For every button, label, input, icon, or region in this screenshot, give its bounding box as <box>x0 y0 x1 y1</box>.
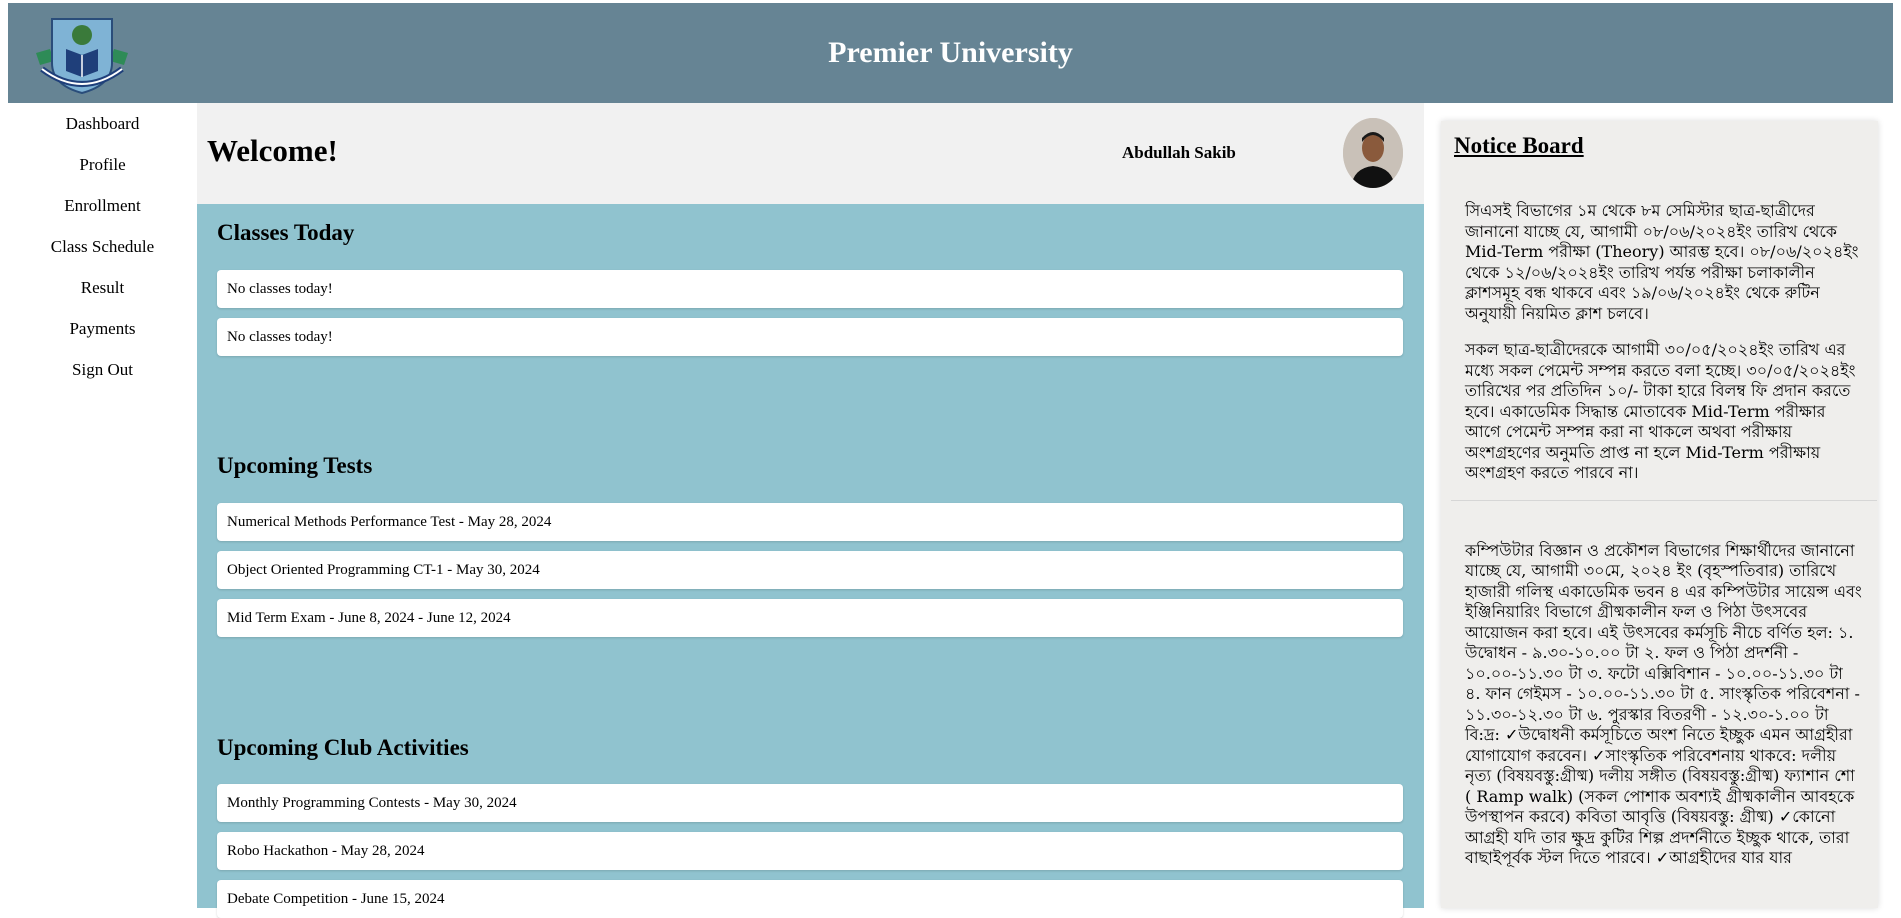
notice-item: সিএসই বিভাগের ১ম থেকে ৮ম সেমিস্টার ছাত্র… <box>1465 201 1859 323</box>
notice-item: সকল ছাত্র-ছাত্রীদেরকে আগামী ৩০/০৫/২০২৪ইং… <box>1465 340 1856 482</box>
sidebar-item-payments[interactable]: Payments <box>8 308 197 349</box>
notice-divider <box>1451 499 1877 501</box>
classes-today-title: Classes Today <box>217 220 355 245</box>
user-name: Abdullah Sakib <box>1122 143 1236 162</box>
sidebar-item-enrollment[interactable]: Enrollment <box>8 185 197 226</box>
page-title: Welcome! <box>207 133 338 168</box>
list-item: Debate Competition - June 15, 2024 <box>217 880 1403 918</box>
notice-board[interactable]: Notice Board সিএসই বিভাগের ১ম থেকে ৮ম সে… <box>1441 121 1878 908</box>
sidebar-nav: Dashboard Profile Enrollment Class Sched… <box>8 103 197 908</box>
list-item: Object Oriented Programming CT-1 - May 3… <box>217 551 1403 589</box>
list-item: No classes today! <box>217 318 1403 356</box>
notice-list: সিএসই বিভাগের ১ম থেকে ৮ম সেমিস্টার ছাত্র… <box>1451 201 1877 885</box>
sidebar-item-profile[interactable]: Profile <box>8 144 197 185</box>
list-item: Robo Hackathon - May 28, 2024 <box>217 832 1403 870</box>
list-item: Numerical Methods Performance Test - May… <box>217 503 1403 541</box>
user-avatar[interactable] <box>1343 118 1403 188</box>
app-header: Premier University <box>8 3 1893 103</box>
dashboard-main: Welcome! Abdullah Sakib Classes Today No… <box>197 103 1424 918</box>
list-item: Monthly Programming Contests - May 30, 2… <box>217 784 1403 822</box>
sidebar-item-sign-out[interactable]: Sign Out <box>8 349 197 390</box>
sidebar-item-dashboard[interactable]: Dashboard <box>8 103 197 144</box>
notice-item: কম্পিউটার বিজ্ঞান ও প্রকৌশল বিভাগের শিক্… <box>1465 540 1862 868</box>
sidebar-item-class-schedule[interactable]: Class Schedule <box>8 226 197 267</box>
welcome-bar: Welcome! Abdullah Sakib <box>197 103 1424 204</box>
list-item: No classes today! <box>217 270 1403 308</box>
user-avatar-icon <box>1343 118 1403 188</box>
sidebar-item-result[interactable]: Result <box>8 267 197 308</box>
list-item: Mid Term Exam - June 8, 2024 - June 12, … <box>217 599 1403 637</box>
app-title: Premier University <box>828 36 1073 69</box>
notice-board-title: Notice Board <box>1454 133 1584 158</box>
upcoming-tests-title: Upcoming Tests <box>217 453 373 478</box>
club-activities-title: Upcoming Club Activities <box>217 735 469 760</box>
